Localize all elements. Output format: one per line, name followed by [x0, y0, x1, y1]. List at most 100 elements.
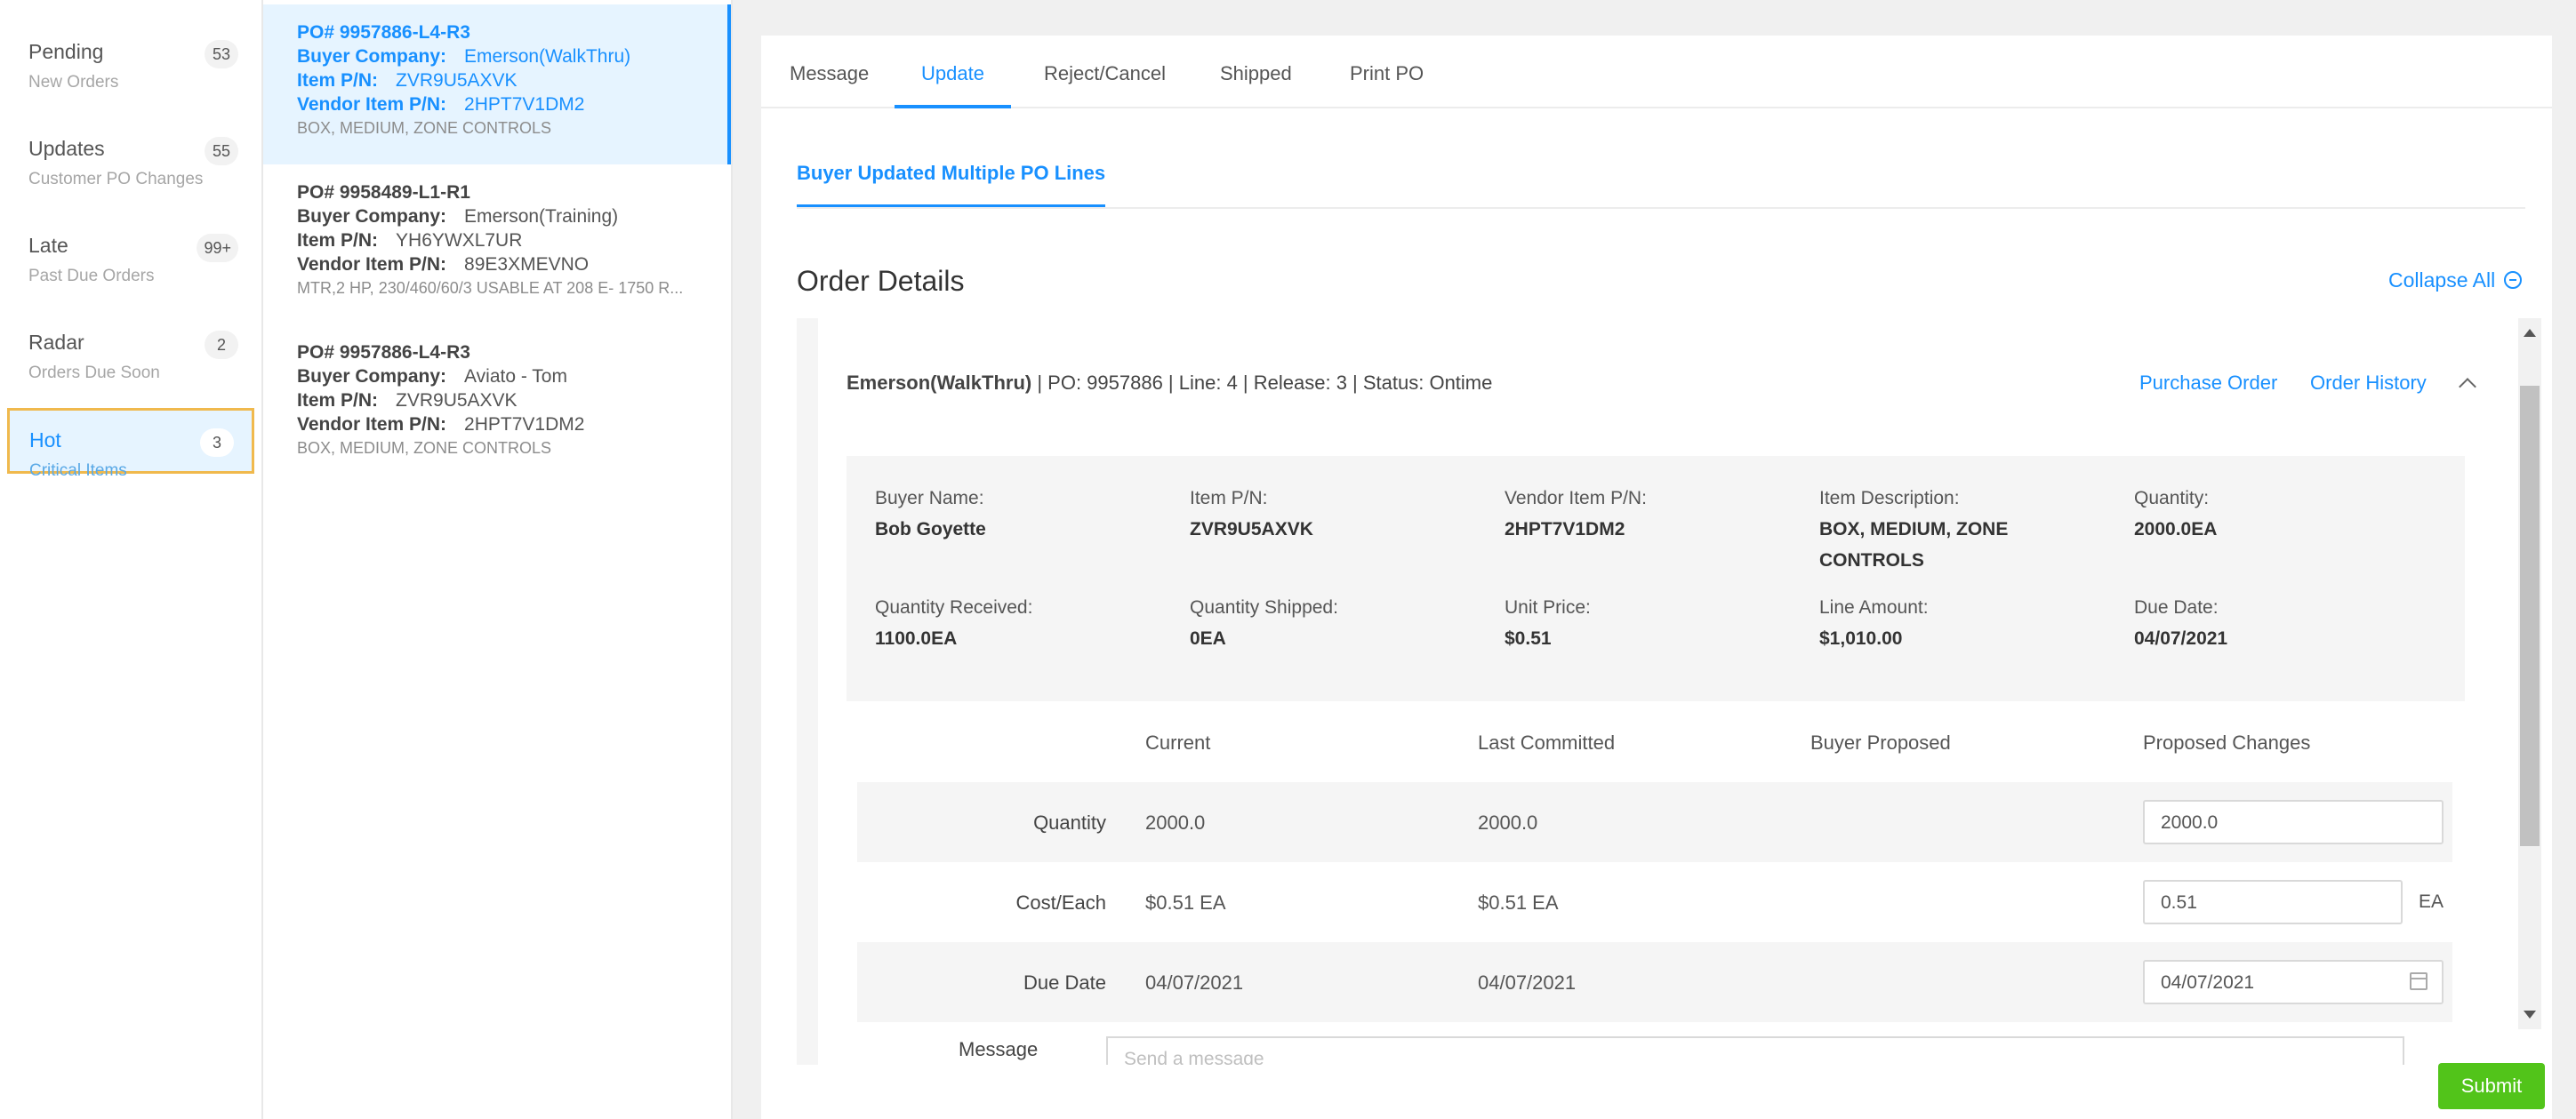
- tab-buyer-updated-lines[interactable]: Buyer Updated Multiple PO Lines: [797, 162, 1106, 208]
- row-label: Due Date: [1023, 971, 1106, 994]
- field-value-line2: CONTROLS: [1819, 550, 1924, 571]
- field-value: ZVR9U5AXVK: [1190, 519, 1313, 540]
- column-header-proposed-changes: Proposed Changes: [2143, 731, 2311, 754]
- buyer-company-label: Buyer Company:: [297, 206, 447, 227]
- field-label: Quantity:: [2134, 488, 2210, 508]
- scroll-up-arrow-icon[interactable]: [2524, 329, 2536, 337]
- field-value: 04/07/2021: [2134, 628, 2228, 649]
- collapse-all-button[interactable]: Collapse All: [2388, 268, 2523, 292]
- calendar-icon[interactable]: [2410, 972, 2428, 990]
- field-label: Line Amount:: [1819, 597, 1929, 618]
- order-line-summary: | PO: 9957886 | Line: 4 | Release: 3 | S…: [1031, 372, 1493, 394]
- scroll-down-arrow-icon[interactable]: [2524, 1011, 2536, 1019]
- nav-item-late[interactable]: Late Past Due Orders 99+: [9, 216, 256, 285]
- scrollbar-thumb[interactable]: [2520, 386, 2540, 846]
- quantity-input[interactable]: 2000.0: [2143, 800, 2444, 844]
- order-history-link[interactable]: Order History: [2310, 372, 2427, 395]
- row-label: Cost/Each: [1015, 891, 1107, 914]
- current-value: $0.51 EA: [1145, 891, 1226, 914]
- quantity-received-field: Quantity Received: 1100.0EA: [875, 592, 1032, 654]
- divider: [797, 207, 2525, 209]
- item-pn-value: ZVR9U5AXVK: [396, 390, 518, 411]
- buyer-company-value: Aviato - Tom: [464, 366, 567, 387]
- buyer-name-field: Buyer Name: Bob Goyette: [875, 483, 986, 545]
- last-committed-value: $0.51 EA: [1478, 891, 1559, 914]
- column-header-buyer-proposed: Buyer Proposed: [1810, 731, 1951, 754]
- field-value: Bob Goyette: [875, 519, 986, 540]
- chevron-up-icon[interactable]: [2459, 378, 2476, 396]
- buyer-company-value: Emerson(WalkThru): [464, 46, 631, 67]
- nav-item-subtitle: Customer PO Changes: [28, 170, 204, 188]
- app-root: Pending New Orders 53 Updates Customer P…: [0, 0, 2576, 1119]
- nav-item-subtitle: Critical Items: [29, 461, 127, 480]
- unit-label: EA: [2419, 891, 2444, 912]
- item-pn-label: Item P/N:: [297, 230, 379, 251]
- vendor-pn-value: 2HPT7V1DM2: [464, 94, 585, 115]
- vendor-pn-label: Vendor Item P/N:: [297, 94, 447, 115]
- order-line-panel: Emerson(WalkThru) | PO: 9957886 | Line: …: [797, 318, 2495, 1065]
- field-label: Vendor Item P/N:: [1505, 488, 1647, 508]
- po-number: PO# 9958489-L1-R1: [297, 182, 470, 203]
- item-description: BOX, MEDIUM, ZONE CONTROLS: [297, 439, 552, 457]
- po-number: PO# 9957886-L4-R3: [297, 22, 470, 43]
- po-list-item[interactable]: PO# 9957886-L4-R3 Buyer Company: Emerson(…: [263, 4, 731, 164]
- field-value: 0EA: [1190, 628, 1226, 649]
- vendor-pn-label: Vendor Item P/N:: [297, 414, 447, 435]
- due-date-picker[interactable]: 04/07/2021: [2143, 960, 2444, 1004]
- item-pn-field: Item P/N: ZVR9U5AXVK: [1190, 483, 1313, 545]
- last-committed-value: 2000.0: [1478, 811, 1538, 834]
- tab-print-po[interactable]: Print PO: [1350, 62, 1424, 108]
- tab-shipped[interactable]: Shipped: [1220, 62, 1292, 108]
- tab-reject-cancel[interactable]: Reject/Cancel: [1044, 62, 1166, 108]
- nav-item-updates[interactable]: Updates Customer PO Changes 55: [9, 119, 256, 188]
- last-committed-value: 04/07/2021: [1478, 971, 1577, 994]
- item-pn-row: Item P/N: ZVR9U5AXVK: [297, 68, 727, 92]
- main-content: Message Update Reject/Cancel Shipped Pri…: [761, 36, 2552, 1119]
- submit-button[interactable]: Submit: [2438, 1063, 2545, 1109]
- field-label: Item P/N:: [1190, 488, 1268, 508]
- tab-message[interactable]: Message: [790, 62, 869, 108]
- field-value: $0.51: [1505, 628, 1552, 649]
- quantity-shipped-field: Quantity Shipped: 0EA: [1190, 592, 1338, 654]
- count-badge: 99+: [197, 234, 238, 262]
- line-amount-field: Line Amount: $1,010.00: [1819, 592, 1929, 654]
- unit-price-field: Unit Price: $0.51: [1505, 592, 1591, 654]
- nav-item-hot[interactable]: Hot Critical Items 3: [7, 408, 254, 480]
- item-pn-row: Item P/N: ZVR9U5AXVK: [297, 388, 731, 412]
- item-pn-value: ZVR9U5AXVK: [396, 70, 518, 91]
- tab-update[interactable]: Update: [895, 62, 1011, 108]
- vendor-pn-row: Vendor Item P/N: 89E3XMEVNO: [297, 252, 731, 276]
- column-header-last-committed: Last Committed: [1478, 731, 1616, 754]
- minus-circle-icon: [2504, 271, 2523, 289]
- po-list-item[interactable]: PO# 9957886-L4-R3 Buyer Company: Aviato -…: [263, 324, 731, 484]
- field-label: Item Description:: [1819, 488, 1960, 508]
- po-list-item[interactable]: PO# 9958489-L1-R1 Buyer Company: Emerson(…: [263, 164, 731, 324]
- sidebar-nav: Pending New Orders 53 Updates Customer P…: [0, 0, 263, 1119]
- nav-item-subtitle: Past Due Orders: [28, 267, 155, 285]
- due-date-field: Due Date: 04/07/2021: [2134, 592, 2227, 654]
- column-header-current: Current: [1145, 731, 1211, 754]
- collapse-all-label: Collapse All: [2388, 268, 2496, 292]
- purchase-order-link[interactable]: Purchase Order: [2139, 372, 2277, 395]
- compare-row-due-date: Due Date 04/07/2021 04/07/2021 04/07/202…: [857, 942, 2452, 1022]
- cost-each-input[interactable]: 0.51: [2143, 880, 2403, 924]
- po-list: PO# 9957886-L4-R3 Buyer Company: Emerson(…: [263, 0, 733, 1119]
- nav-item-pending[interactable]: Pending New Orders 53: [9, 22, 256, 92]
- item-pn-label: Item P/N:: [297, 390, 379, 411]
- nav-item-radar[interactable]: Radar Orders Due Soon 2: [9, 313, 256, 382]
- item-description: MTR,2 HP, 230/460/60/3 USABLE AT 208 E- …: [297, 279, 684, 297]
- count-badge: 53: [205, 40, 238, 68]
- field-label: Quantity Shipped:: [1190, 597, 1338, 618]
- vendor-pn-row: Vendor Item P/N: 2HPT7V1DM2: [297, 92, 727, 116]
- panel-scrollbar[interactable]: [2518, 318, 2541, 1029]
- page-title: Order Details: [797, 265, 965, 297]
- buyer-company-value: Emerson(Training): [464, 206, 619, 227]
- buyer-company-row: Buyer Company: Aviato - Tom: [297, 364, 731, 388]
- item-pn-row: Item P/N: YH6YWXL7UR: [297, 228, 731, 252]
- item-description: BOX, MEDIUM, ZONE CONTROLS: [297, 119, 552, 137]
- item-pn-value: YH6YWXL7UR: [396, 230, 523, 251]
- buyer-company: Emerson(WalkThru): [847, 372, 1032, 394]
- order-line-header: Emerson(WalkThru) | PO: 9957886 | Line: …: [847, 372, 1492, 395]
- field-label: Buyer Name:: [875, 488, 984, 508]
- message-input[interactable]: Send a message: [1106, 1036, 2404, 1065]
